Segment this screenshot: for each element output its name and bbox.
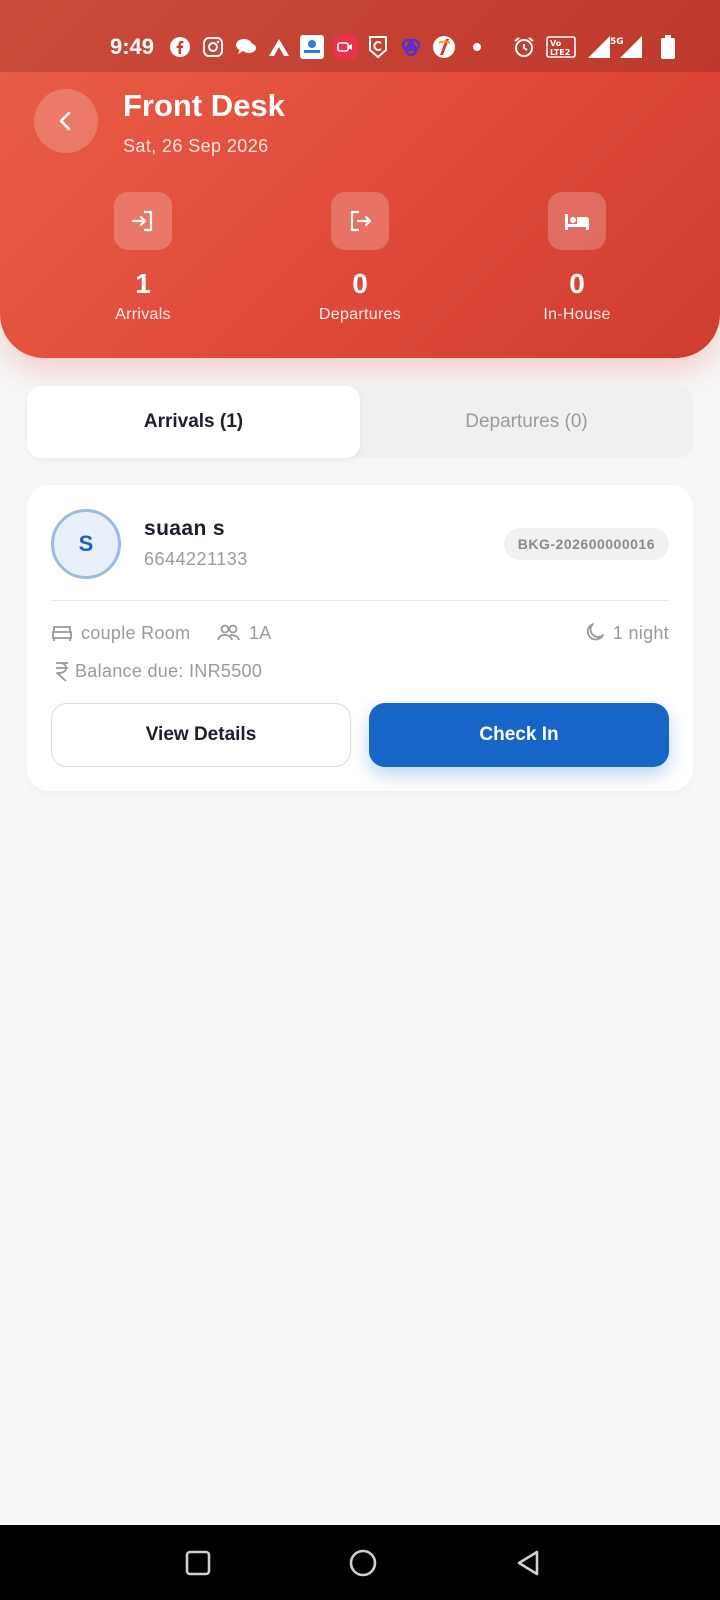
back-nav-button[interactable] bbox=[510, 1545, 546, 1581]
back-button[interactable] bbox=[34, 89, 98, 153]
booking-card: S suaan s 6644221133 BKG-202600000016 co… bbox=[27, 485, 693, 791]
guest-count-label: 1A bbox=[249, 622, 272, 643]
system-icons: Vo LTE2 5G bbox=[512, 32, 680, 62]
booking-id-badge: BKG-202600000016 bbox=[503, 528, 669, 560]
login-icon bbox=[114, 192, 172, 250]
bed-icon bbox=[548, 192, 606, 250]
svg-text:Vo: Vo bbox=[550, 39, 562, 48]
status-bar: 9:49 Vo LTE2 5G bbox=[0, 0, 720, 72]
page-title: Front Desk bbox=[123, 88, 285, 123]
triangle-back-icon bbox=[517, 1550, 539, 1576]
stat-label: Arrivals bbox=[115, 306, 171, 323]
link-icon bbox=[399, 35, 423, 59]
check-in-button[interactable]: Check In bbox=[369, 703, 669, 767]
guest-name: suaan s bbox=[144, 517, 226, 540]
stat-departures[interactable]: 0 Departures bbox=[280, 192, 440, 324]
tab-bar: Arrivals (1) Departures (0) bbox=[27, 386, 693, 458]
stat-value: 1 bbox=[135, 268, 151, 299]
battery-icon bbox=[656, 35, 680, 59]
view-details-button[interactable]: View Details bbox=[51, 703, 351, 767]
home-button[interactable] bbox=[345, 1545, 381, 1581]
svg-text:LTE2: LTE2 bbox=[550, 48, 570, 57]
network-type: 5G bbox=[610, 37, 624, 47]
card-divider bbox=[51, 600, 669, 601]
signal-icon: 5G bbox=[586, 35, 646, 59]
guest-count: 1A bbox=[217, 619, 272, 647]
tab-departures[interactable]: Departures (0) bbox=[360, 386, 693, 458]
balance-due-label: Balance due: INR5500 bbox=[75, 660, 263, 681]
chevron-left-icon bbox=[59, 111, 71, 131]
nights-label: 1 night bbox=[612, 622, 669, 643]
video-icon bbox=[333, 35, 357, 59]
avatar: S bbox=[51, 509, 121, 579]
shield-icon bbox=[366, 35, 390, 59]
stat-label: Departures bbox=[318, 306, 402, 323]
page-date: Sat, 26 Sep 2026 bbox=[123, 136, 269, 156]
sbi-card-icon bbox=[300, 35, 324, 59]
recents-button[interactable] bbox=[180, 1545, 216, 1581]
stat-in-house[interactable]: 0 In-House bbox=[497, 192, 657, 324]
users-icon bbox=[217, 624, 240, 641]
guest-phone: 6644221133 bbox=[144, 549, 248, 569]
square-icon bbox=[185, 1550, 211, 1576]
nights: 1 night bbox=[583, 619, 669, 647]
rupee-icon bbox=[56, 662, 68, 682]
facebook-icon bbox=[168, 35, 192, 59]
stat-arrivals[interactable]: 1 Arrivals bbox=[63, 192, 223, 324]
instagram-icon bbox=[201, 35, 225, 59]
front-desk-header: 9:49 Vo LTE2 5G Front Desk Sat, 26 Sep 2… bbox=[0, 0, 720, 358]
logout-icon bbox=[331, 192, 389, 250]
bed-icon bbox=[52, 626, 72, 641]
volte-icon: Vo LTE2 bbox=[546, 35, 576, 59]
stat-label: In-House bbox=[543, 306, 611, 323]
status-time: 9:49 bbox=[110, 34, 155, 59]
balance-due: Balance due: INR5500 bbox=[53, 657, 262, 685]
notification-icons bbox=[168, 32, 489, 62]
room-type-label: couple Room bbox=[81, 622, 191, 643]
dot-icon bbox=[465, 35, 489, 59]
app-icon bbox=[432, 35, 456, 59]
alarm-icon bbox=[512, 35, 536, 59]
tab-arrivals[interactable]: Arrivals (1) bbox=[27, 386, 360, 458]
system-navigation-bar bbox=[0, 1525, 720, 1600]
circle-icon bbox=[349, 1549, 377, 1577]
axis-icon bbox=[267, 35, 291, 59]
stat-value: 0 bbox=[569, 268, 585, 299]
chat-icon bbox=[234, 35, 258, 59]
room-type: couple Room bbox=[51, 619, 190, 647]
moon-icon bbox=[586, 623, 604, 641]
stat-value: 0 bbox=[352, 268, 368, 299]
